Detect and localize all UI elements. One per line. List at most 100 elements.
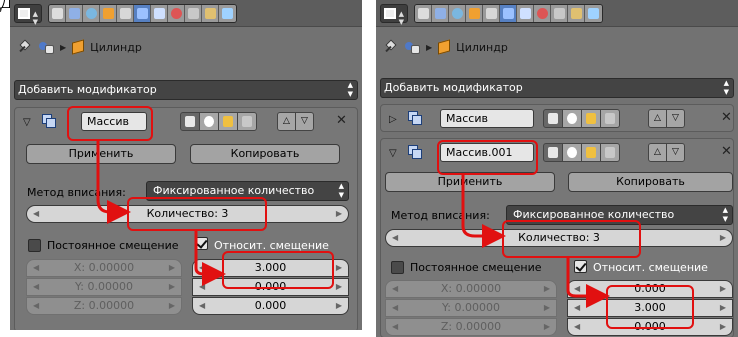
constant-z-field[interactable]: ◀ Z: 0.00000 ▶ (26, 297, 182, 315)
increment-arrow-icon[interactable]: ▶ (720, 319, 726, 335)
cage-visibility-button[interactable] (600, 109, 620, 128)
add-modifier-dropdown[interactable]: Добавить модификатор ▲ ▼ (14, 80, 358, 100)
apply-button[interactable]: Применить (26, 144, 176, 164)
increment-arrow-icon[interactable]: ▶ (544, 319, 550, 335)
render-tab[interactable] (415, 5, 432, 22)
increment-arrow-icon[interactable]: ▶ (169, 279, 175, 295)
scene-tab[interactable] (66, 5, 83, 22)
constant-y-field[interactable]: ◀ Y: 0.00000 ▶ (26, 278, 182, 296)
constant-x-field[interactable]: ◀ X: 0.00000 ▶ (26, 259, 182, 277)
data-tab[interactable] (517, 5, 534, 22)
copy-button[interactable]: Копировать (190, 144, 340, 164)
physics-tab[interactable] (585, 5, 602, 22)
increment-arrow-icon[interactable]: ▶ (336, 206, 342, 222)
constant-offset-checkbox[interactable] (391, 261, 404, 274)
move-down-button[interactable]: ▽ (666, 109, 685, 128)
decrement-arrow-icon[interactable]: ◀ (392, 230, 398, 246)
texture-tab[interactable] (551, 5, 568, 22)
increment-arrow-icon[interactable]: ▶ (544, 281, 550, 297)
viewport-visibility-button[interactable] (562, 143, 582, 162)
render-visibility-button[interactable] (543, 109, 563, 128)
increment-arrow-icon[interactable]: ▶ (169, 260, 175, 276)
decrement-arrow-icon[interactable]: ◀ (392, 300, 398, 316)
properties-header: ▲ ▼ (10, 0, 362, 27)
close-icon[interactable]: ✕ (721, 111, 732, 125)
render-tab[interactable] (49, 5, 66, 22)
object-tab[interactable] (100, 5, 117, 22)
expand-triangle-icon[interactable]: ▷ (389, 114, 397, 125)
editmode-visibility-button[interactable] (581, 143, 601, 162)
increment-arrow-icon[interactable]: ▶ (336, 279, 342, 295)
decrement-arrow-icon[interactable]: ◀ (199, 298, 205, 314)
render-visibility-button[interactable] (180, 112, 200, 131)
decrement-arrow-icon[interactable]: ◀ (33, 206, 39, 222)
constant-y-field[interactable]: ◀ Y: 0.00000 ▶ (385, 299, 557, 317)
move-up-button[interactable]: △ (648, 143, 667, 162)
move-down-button[interactable]: ▽ (666, 143, 685, 162)
particles-tab[interactable] (202, 5, 219, 22)
apply-button[interactable]: Применить (385, 172, 555, 192)
chevron-updown-icon: ▲ ▼ (722, 206, 728, 223)
object-tab[interactable] (466, 5, 483, 22)
render-visibility-button[interactable] (543, 143, 563, 162)
viewport-visibility-button[interactable] (199, 112, 219, 131)
texture-tab[interactable] (185, 5, 202, 22)
increment-arrow-icon[interactable]: ▶ (720, 281, 726, 297)
modifiers-tab[interactable] (134, 5, 151, 22)
move-down-button[interactable]: ▽ (295, 112, 314, 131)
increment-arrow-icon[interactable]: ▶ (720, 300, 726, 316)
physics-tab[interactable] (219, 5, 236, 22)
world-tab[interactable] (449, 5, 466, 22)
material-tab[interactable] (168, 5, 185, 22)
increment-arrow-icon[interactable]: ▶ (336, 260, 342, 276)
editor-type-button[interactable]: ▲ ▼ (380, 4, 408, 26)
decrement-arrow-icon[interactable]: ◀ (199, 260, 205, 276)
relative-offset-checkbox[interactable] (574, 260, 587, 273)
decrement-arrow-icon[interactable]: ◀ (199, 279, 205, 295)
increment-arrow-icon[interactable]: ▶ (336, 298, 342, 314)
constant-y-value: Y: 0.00000 (75, 280, 133, 293)
decrement-arrow-icon[interactable]: ◀ (392, 319, 398, 335)
pin-icon[interactable] (18, 40, 32, 54)
scene-tab[interactable] (432, 5, 449, 22)
modifier-name-field[interactable]: Массив (440, 109, 534, 128)
context-tabs (414, 4, 603, 23)
material-tab[interactable] (534, 5, 551, 22)
data-tab[interactable] (151, 5, 168, 22)
decrement-arrow-icon[interactable]: ◀ (574, 319, 580, 335)
decrement-arrow-icon[interactable]: ◀ (392, 281, 398, 297)
cage-visibility-button[interactable] (600, 143, 620, 162)
decrement-arrow-icon[interactable]: ◀ (33, 298, 39, 314)
increment-arrow-icon[interactable]: ▶ (720, 230, 726, 246)
constant-x-field[interactable]: ◀ X: 0.00000 ▶ (385, 280, 557, 298)
editmode-visibility-button[interactable] (581, 109, 601, 128)
collapse-triangle-icon[interactable]: ▽ (389, 148, 397, 159)
close-icon[interactable]: ✕ (721, 145, 732, 159)
cage-visibility-button[interactable] (237, 112, 257, 131)
move-up-button[interactable]: △ (277, 112, 296, 131)
relative-offset-checkbox[interactable] (195, 237, 208, 250)
editor-type-button[interactable]: ▲ ▼ (14, 4, 42, 26)
modifiers-tab[interactable] (500, 5, 517, 22)
constant-z-field[interactable]: ◀ Z: 0.00000 ▶ (385, 318, 557, 336)
constraints-tab[interactable] (117, 5, 134, 22)
constraints-tab[interactable] (483, 5, 500, 22)
collapse-triangle-icon[interactable]: ▽ (23, 117, 31, 128)
decrement-arrow-icon[interactable]: ◀ (33, 260, 39, 276)
decrement-arrow-icon[interactable]: ◀ (33, 279, 39, 295)
editmode-visibility-button[interactable] (218, 112, 238, 131)
add-modifier-dropdown[interactable]: Добавить модификатор ▲ ▼ (380, 78, 734, 98)
viewport-visibility-button[interactable] (562, 109, 582, 128)
copy-button[interactable]: Копировать (568, 172, 733, 192)
increment-arrow-icon[interactable]: ▶ (544, 300, 550, 316)
particles-tab[interactable] (568, 5, 585, 22)
decrement-arrow-icon[interactable]: ◀ (574, 300, 580, 316)
constant-offset-checkbox[interactable] (28, 239, 41, 252)
move-up-button[interactable]: △ (648, 109, 667, 128)
relative-z-field[interactable]: ◀ 0.000 ▶ (192, 297, 349, 315)
pin-icon[interactable] (384, 40, 398, 54)
decrement-arrow-icon[interactable]: ◀ (574, 281, 580, 297)
world-tab[interactable] (83, 5, 100, 22)
close-icon[interactable]: ✕ (336, 114, 347, 128)
increment-arrow-icon[interactable]: ▶ (169, 298, 175, 314)
